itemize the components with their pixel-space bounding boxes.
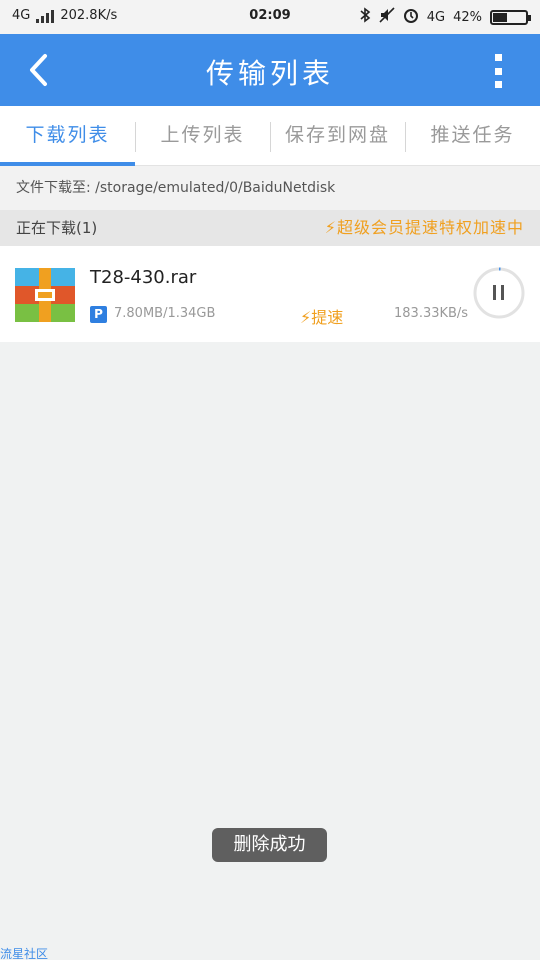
- more-menu-button[interactable]: [486, 54, 510, 88]
- alarm-icon: [403, 7, 419, 27]
- p-badge-icon: P: [90, 306, 107, 323]
- download-path: 文件下载至: /storage/emulated/0/BaiduNetdisk: [0, 166, 540, 210]
- rar-file-icon: [15, 268, 75, 322]
- more-dot-icon: [494, 81, 502, 88]
- app-header: 传输列表: [0, 34, 540, 106]
- battery-percent: 42%: [453, 9, 482, 25]
- section-title: 正在下载(1): [16, 219, 98, 237]
- pause-icon: [473, 267, 525, 319]
- tab-bar: 下载列表 上传列表 保存到网盘 推送任务: [0, 106, 540, 166]
- tab-download-list[interactable]: 下载列表: [0, 106, 135, 166]
- download-speed: 183.33KB/s: [394, 306, 469, 321]
- tab-push-tasks[interactable]: 推送任务: [405, 106, 540, 165]
- download-list-item[interactable]: T28-430.rar P 7.80MB/1.34GB ⚡提速 183.33KB…: [0, 246, 540, 342]
- battery-fill: [493, 12, 508, 22]
- status-right: 4G 42%: [359, 7, 531, 27]
- download-progress: 7.80MB/1.34GB: [114, 306, 216, 321]
- tab-upload-list[interactable]: 上传列表: [135, 106, 270, 165]
- toast-message: 删除成功: [212, 828, 327, 862]
- page-title: 传输列表: [205, 57, 334, 90]
- tab-save-to-disk[interactable]: 保存到网盘: [270, 106, 405, 165]
- watermark-text: 流星社区: [0, 947, 49, 960]
- network-type-right: 4G: [426, 9, 446, 25]
- bluetooth-icon: [359, 7, 371, 27]
- vip-speedup-banner[interactable]: ⚡超级会员提速特权加速中: [325, 210, 524, 246]
- status-bar: 4G 202.8K/s 02:09 4G 42%: [0, 0, 540, 34]
- downloading-section-header: 正在下载(1) ⚡超级会员提速特权加速中: [0, 210, 540, 246]
- battery-icon: [490, 9, 531, 25]
- speedup-button[interactable]: ⚡提速: [300, 304, 343, 328]
- file-name: T28-430.rar: [90, 267, 197, 288]
- mute-icon: [379, 7, 395, 27]
- more-dot-icon: [494, 67, 502, 75]
- more-dot-icon: [494, 54, 502, 61]
- pause-button[interactable]: [472, 266, 526, 320]
